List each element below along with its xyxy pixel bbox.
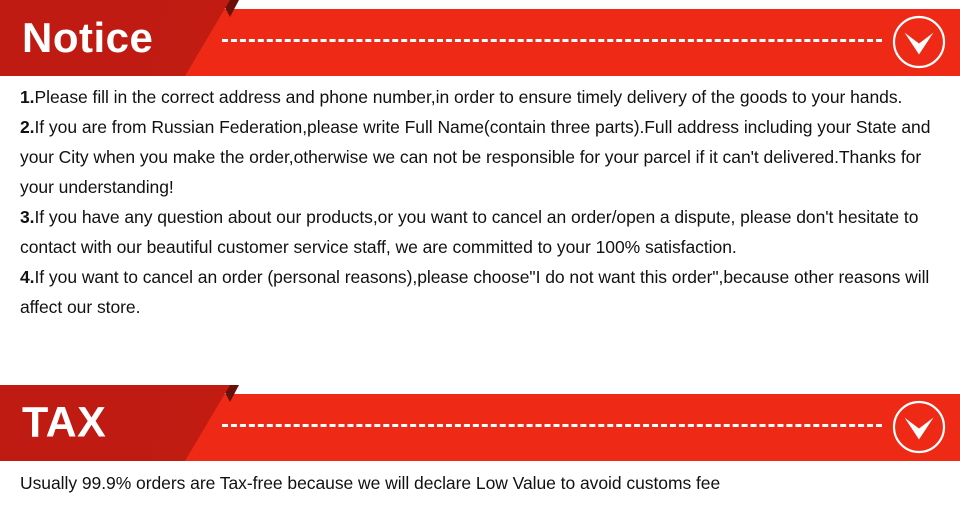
tax-title: TAX [22,398,107,447]
tax-banner: TAX [0,385,960,461]
chevron-down-circle-icon[interactable] [890,13,948,71]
notice-paragraph-2: 2.If you are from Russian Federation,ple… [20,112,945,202]
notice-paragraph-3: 3.If you have any question about our pro… [20,202,945,262]
chevron-down-circle-icon[interactable] [890,398,948,456]
tax-paragraph-1: Usually 99.9% orders are Tax-free becaus… [20,468,945,498]
notice-paragraph-4: 4.If you want to cancel an order (person… [20,262,945,322]
notice-paragraph-2-number: 2. [20,117,35,137]
notice-paragraph-1-number: 1. [20,87,35,107]
notice-paragraph-1-text: Please fill in the correct address and p… [34,87,903,107]
notice-tax-page: Notice 1.Please fill in the correct addr… [0,0,960,530]
notice-banner-dashed-rule [222,39,882,42]
tax-banner-dashed-rule [222,424,882,427]
tax-paragraph-1-text: Usually 99.9% orders are Tax-free becaus… [20,473,721,493]
notice-body: 1.Please fill in the correct address and… [20,82,945,322]
notice-paragraph-2-text: If you are from Russian Federation,pleas… [20,117,931,197]
notice-paragraph-1: 1.Please fill in the correct address and… [20,82,945,112]
notice-paragraph-3-number: 3. [20,207,35,227]
notice-banner: Notice [0,0,960,76]
notice-paragraph-4-number: 4. [20,267,35,287]
tax-body: Usually 99.9% orders are Tax-free becaus… [20,468,945,498]
notice-title: Notice [22,14,154,61]
notice-paragraph-3-text: If you have any question about our produ… [20,207,919,257]
notice-paragraph-4-text: If you want to cancel an order (personal… [20,267,930,317]
